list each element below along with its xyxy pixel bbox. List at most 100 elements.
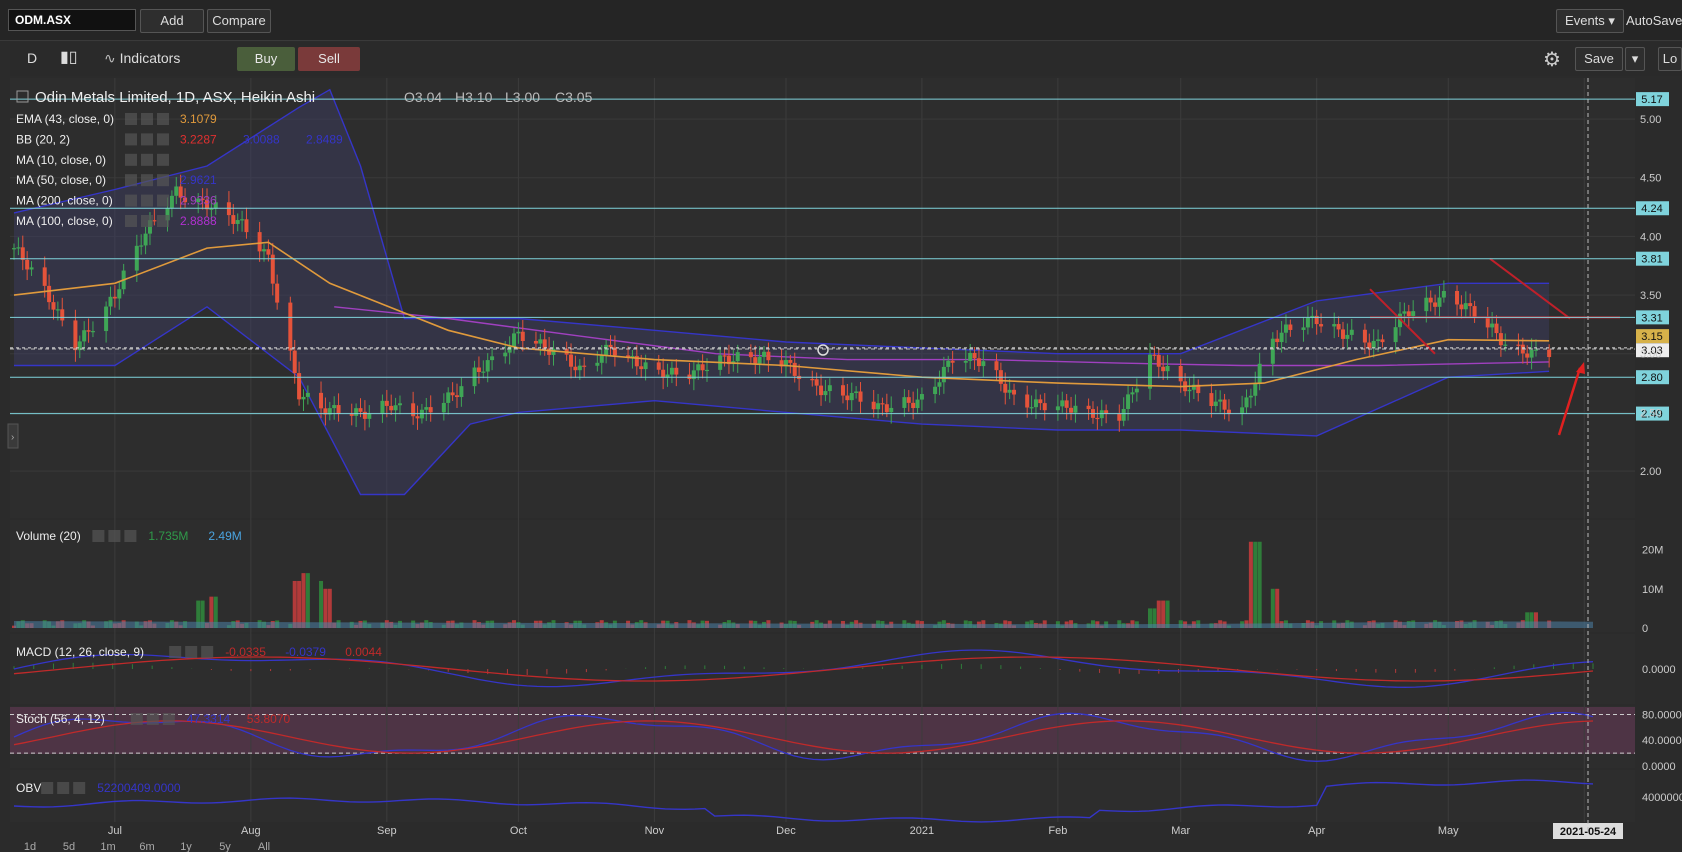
candle-body <box>608 344 613 348</box>
study-control-icon[interactable] <box>141 215 153 227</box>
candle-body <box>1012 389 1017 395</box>
candle-body <box>639 366 644 370</box>
study-control-icon[interactable] <box>125 133 137 146</box>
study-label[interactable]: BB (20, 2) <box>16 132 70 146</box>
range-button[interactable]: 1d <box>24 841 36 852</box>
candle-body <box>1441 290 1446 298</box>
candle-body <box>1248 395 1253 398</box>
volume-y-tick: 10M <box>1642 584 1663 596</box>
ohlc-close: C3.05 <box>555 89 593 105</box>
candle-body <box>305 392 310 397</box>
candle-body <box>902 397 907 408</box>
candle-body <box>1178 365 1183 382</box>
pane-control-icon[interactable] <box>185 646 198 658</box>
range-button[interactable]: 1y <box>180 841 192 852</box>
y-tick-label: 2.50 <box>1640 407 1661 419</box>
pane-control-icon[interactable] <box>57 782 70 794</box>
candle-body <box>86 330 91 332</box>
pane-control-icon[interactable] <box>146 713 159 725</box>
candle-body <box>950 360 955 363</box>
candle-body <box>450 392 455 396</box>
candle-body <box>301 396 306 400</box>
pane-control-icon[interactable] <box>92 530 105 542</box>
study-control-icon[interactable] <box>157 194 169 207</box>
candle-body <box>428 407 433 413</box>
candle-body <box>73 320 78 351</box>
range-button[interactable]: 5d <box>63 841 75 852</box>
study-control-icon[interactable] <box>125 215 137 227</box>
candle-body <box>595 362 600 366</box>
study-value: 3.1079 <box>180 112 217 126</box>
candle-body <box>1305 317 1310 328</box>
pane-control-icon[interactable] <box>162 713 175 725</box>
candle-body <box>981 361 986 367</box>
y-tick-label: 5.00 <box>1640 114 1661 126</box>
range-button[interactable]: All <box>258 841 270 852</box>
study-control-icon[interactable] <box>125 153 137 166</box>
pane-control-icon[interactable] <box>201 646 214 658</box>
study-control-icon[interactable] <box>141 174 153 187</box>
pane-control-icon[interactable] <box>108 530 121 542</box>
candle-body <box>819 385 824 396</box>
candle-body <box>459 386 464 398</box>
study-control-icon[interactable] <box>141 113 153 125</box>
candle-body <box>516 331 521 334</box>
candle-body <box>332 405 337 409</box>
candle-body <box>1148 354 1153 389</box>
candle-body <box>1126 394 1131 409</box>
candle-body <box>748 352 753 358</box>
range-button[interactable]: 5y <box>219 841 231 852</box>
study-value: 3.0088 <box>243 132 280 146</box>
candle-body <box>538 339 543 344</box>
study-control-icon[interactable] <box>157 153 169 166</box>
pane-control-icon[interactable] <box>124 530 137 542</box>
pane-title[interactable]: OBV <box>16 781 41 795</box>
study-control-icon[interactable] <box>125 174 137 187</box>
pane-control-icon[interactable] <box>130 713 143 725</box>
candle-body <box>169 195 174 208</box>
pane-control-icon[interactable] <box>73 782 86 794</box>
volume-pane <box>10 520 1635 632</box>
range-button[interactable]: 6m <box>139 841 154 852</box>
chart-canvas[interactable]: 5.174.243.813.313.153.032.802.49 Jul Aug S… <box>0 0 1682 852</box>
candle-body <box>288 302 293 351</box>
candle-body <box>1349 329 1354 335</box>
y-tick-label: 3.50 <box>1640 290 1661 302</box>
study-control-icon[interactable] <box>141 153 153 166</box>
candle-body <box>358 408 363 412</box>
ohlc-low: L3.00 <box>505 89 540 105</box>
study-control-icon[interactable] <box>125 194 137 207</box>
study-label[interactable]: MA (200, close, 0) <box>16 194 113 208</box>
study-label[interactable]: EMA (43, close, 0) <box>16 112 114 126</box>
pane-control-icon[interactable] <box>41 782 54 794</box>
pane-title[interactable]: Volume (20) <box>16 529 81 543</box>
macd-y-tick: 0.0000 <box>1642 664 1676 676</box>
candle-body <box>1086 405 1091 410</box>
candle-body <box>1117 413 1122 421</box>
candle-body <box>1494 323 1499 334</box>
candle-body <box>735 352 740 362</box>
candle-body <box>424 407 429 410</box>
study-control-icon[interactable] <box>141 133 153 146</box>
study-control-icon[interactable] <box>157 174 169 187</box>
study-control-icon[interactable] <box>157 133 169 146</box>
study-label[interactable]: MA (100, close, 0) <box>16 214 113 228</box>
pane-control-icon[interactable] <box>169 646 182 658</box>
candle-body <box>884 404 889 413</box>
pane-title[interactable]: Stoch (56, 4, 12) <box>16 712 105 726</box>
study-control-icon[interactable] <box>125 113 137 125</box>
study-control-icon[interactable] <box>157 113 169 125</box>
candle-body <box>788 360 793 363</box>
candle-body <box>485 360 490 372</box>
study-control-icon[interactable] <box>141 194 153 207</box>
study-control-icon[interactable] <box>157 215 169 227</box>
range-button[interactable]: 1m <box>100 841 115 852</box>
candle-body <box>82 330 87 342</box>
stoch-y-tick: 40.0000 <box>1642 735 1682 747</box>
pane-title[interactable]: MACD (12, 26, close, 9) <box>16 645 144 659</box>
study-label[interactable]: MA (50, close, 0) <box>16 173 106 187</box>
study-label[interactable]: MA (10, close, 0) <box>16 153 106 167</box>
candle-body <box>542 339 547 349</box>
volume-bar <box>1165 600 1170 628</box>
candle-body <box>691 370 696 380</box>
